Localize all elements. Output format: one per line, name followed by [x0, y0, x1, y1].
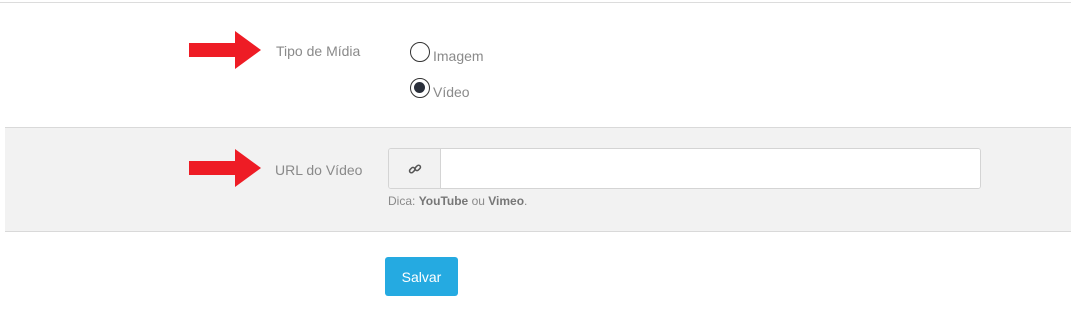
radio-button-video[interactable] — [410, 78, 430, 98]
media-type-row — [0, 3, 1071, 128]
media-type-label: Tipo de Mídia — [276, 43, 361, 59]
annotation-arrow-icon — [189, 31, 261, 69]
video-url-label: URL do Vídeo — [275, 162, 363, 178]
annotation-arrow-icon — [189, 149, 261, 187]
save-button[interactable]: Salvar — [385, 257, 458, 296]
radio-button-image[interactable] — [410, 42, 430, 62]
hint-suffix: . — [524, 194, 528, 208]
radio-option-image[interactable]: Imagem — [410, 40, 484, 64]
hint-youtube: YouTube — [418, 194, 469, 208]
video-url-input[interactable] — [441, 149, 980, 188]
hint-vimeo: Vimeo — [488, 194, 525, 208]
hint-middle: ou — [468, 194, 489, 208]
radio-label-image[interactable]: Imagem — [433, 48, 484, 64]
video-url-input-group — [388, 148, 981, 189]
radio-label-video[interactable]: Vídeo — [433, 84, 470, 100]
hint-prefix: Dica: — [388, 194, 419, 208]
radio-option-video[interactable]: Vídeo — [410, 76, 470, 100]
url-addon — [389, 149, 441, 188]
link-icon — [408, 163, 421, 174]
video-url-hint: Dica: YouTube ou Vimeo. — [388, 194, 527, 208]
